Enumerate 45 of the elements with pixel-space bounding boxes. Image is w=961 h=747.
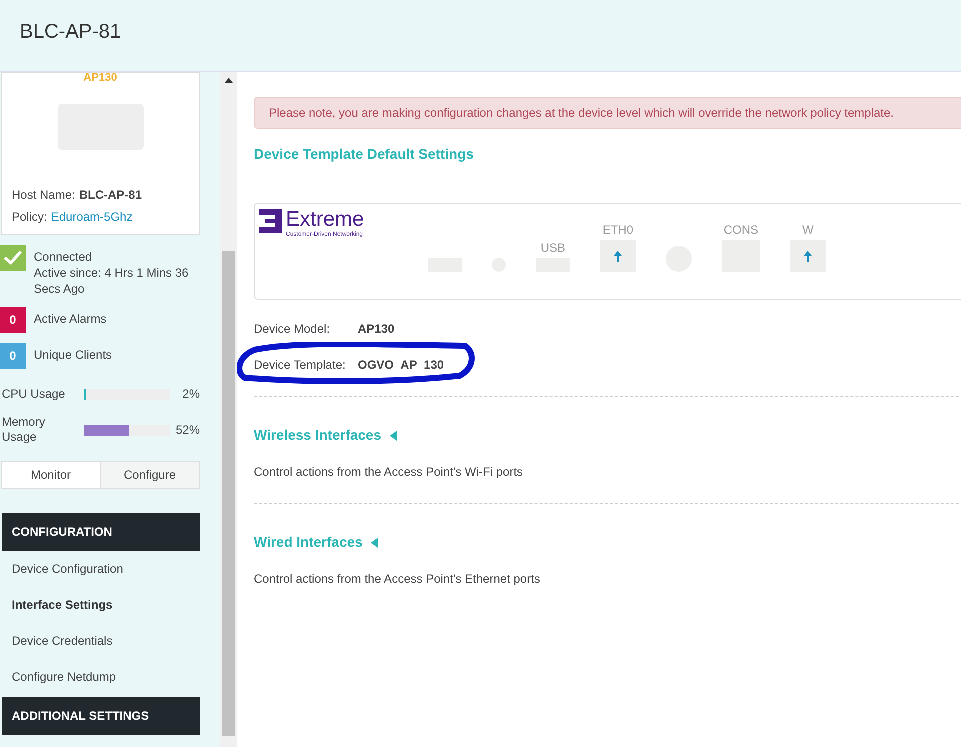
section-description: Control actions from the Access Point's Wi-Fi ports (254, 464, 524, 481)
detail-value: OGVO_AP_130 (358, 357, 444, 374)
mode-tab[interactable]: Configure (100, 462, 199, 488)
scroll-up-icon[interactable] (224, 78, 232, 83)
mode-tab[interactable]: Monitor (2, 462, 100, 488)
nav-item[interactable]: Interface Settings (0, 587, 220, 623)
status-title: Active Alarms (34, 311, 108, 327)
nav-item[interactable]: Device Credentials (0, 623, 220, 659)
count-badge: 0 (0, 343, 26, 369)
usage-label: CPU Usage (2, 386, 66, 402)
usage-reading: 2% (182, 386, 200, 403)
arrow-up-icon (614, 250, 622, 262)
policy-label: Policy: (12, 209, 48, 226)
usage-label: Memory Usage (2, 415, 46, 445)
count-badge: 0 (0, 307, 26, 333)
scrollbar-thumb[interactable] (222, 251, 235, 736)
usage-reading: 52% (174, 422, 200, 439)
status-title: Connected (34, 249, 94, 265)
warning-notice: Please note, you are making configuration changes at the device level which will override the network policy template. (254, 97, 961, 129)
detail-label: Device Template: (254, 357, 347, 374)
detail-value: AP130 (358, 321, 395, 338)
page-title: BLC-AP-81 (20, 20, 122, 44)
section-heading: Device Template Default Settings (254, 145, 475, 164)
detail-label: Device Model: (254, 321, 332, 338)
logo-icon (259, 209, 282, 233)
port-label: ETH0 (602, 224, 634, 236)
logo-wordmark: Extreme (286, 209, 364, 231)
nav-heading: CONFIGURATION (2, 513, 200, 551)
host-label: Host Name: (12, 187, 76, 204)
caret-left-icon[interactable] (370, 538, 378, 548)
port-label: CONS (724, 224, 759, 236)
host-value: BLC-AP-81 (79, 187, 142, 204)
caret-left-icon[interactable] (390, 430, 396, 440)
sidebar-scrollbar[interactable] (220, 72, 237, 747)
nav-item[interactable]: Device Configuration (0, 551, 220, 587)
port-label: W (802, 224, 814, 236)
nav-item[interactable]: Configure Netdump (0, 659, 220, 695)
arrow-up-icon (804, 250, 812, 262)
section-description: Control actions from the Access Point's Ethernet ports (254, 571, 542, 588)
device-model: AP130 (84, 73, 118, 84)
nav-heading: ADDITIONAL SETTINGS (2, 697, 200, 735)
status-title: Unique Clients (34, 347, 114, 363)
status-detail: Active since: 4 Hrs 1 Mins 36 Secs Ago (34, 265, 190, 297)
policy-link[interactable]: Eduroam-5Ghz (51, 208, 133, 226)
port-label: USB (540, 242, 566, 254)
